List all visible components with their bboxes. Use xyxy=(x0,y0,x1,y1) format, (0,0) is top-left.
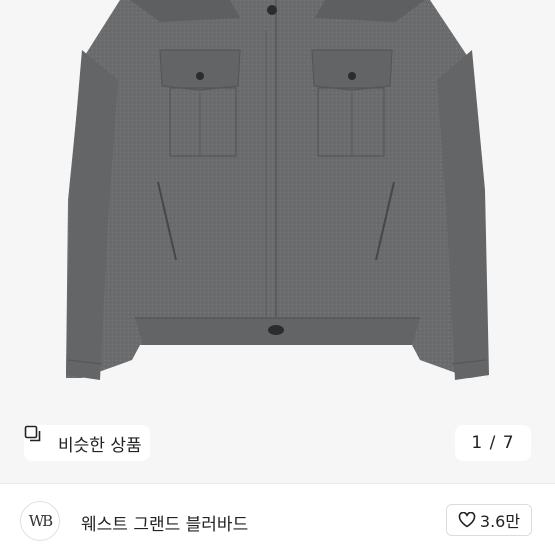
image-counter: 1 / 7 xyxy=(455,425,531,461)
store-logo[interactable]: WB xyxy=(20,501,60,541)
like-count: 3.6만 xyxy=(479,512,521,531)
similar-items-button[interactable]: 비슷한 상품 xyxy=(24,425,150,461)
like-button[interactable]: 3.6만 xyxy=(446,504,532,536)
similar-items-label: 비슷한 상품 xyxy=(58,435,142,456)
product-image[interactable]: 비슷한 상품 1 / 7 xyxy=(0,0,555,483)
store-logo-text: WB xyxy=(28,512,53,530)
store-row[interactable]: WB 웨스트 그랜드 블러바드 3.6만 xyxy=(0,484,555,555)
jacket-illustration xyxy=(66,0,489,380)
store-name[interactable]: 웨스트 그랜드 블러바드 xyxy=(81,510,248,535)
heart-outline-icon xyxy=(458,511,476,528)
image-counter-text: 1 / 7 xyxy=(471,433,515,453)
overlapping-squares-icon xyxy=(24,425,52,452)
